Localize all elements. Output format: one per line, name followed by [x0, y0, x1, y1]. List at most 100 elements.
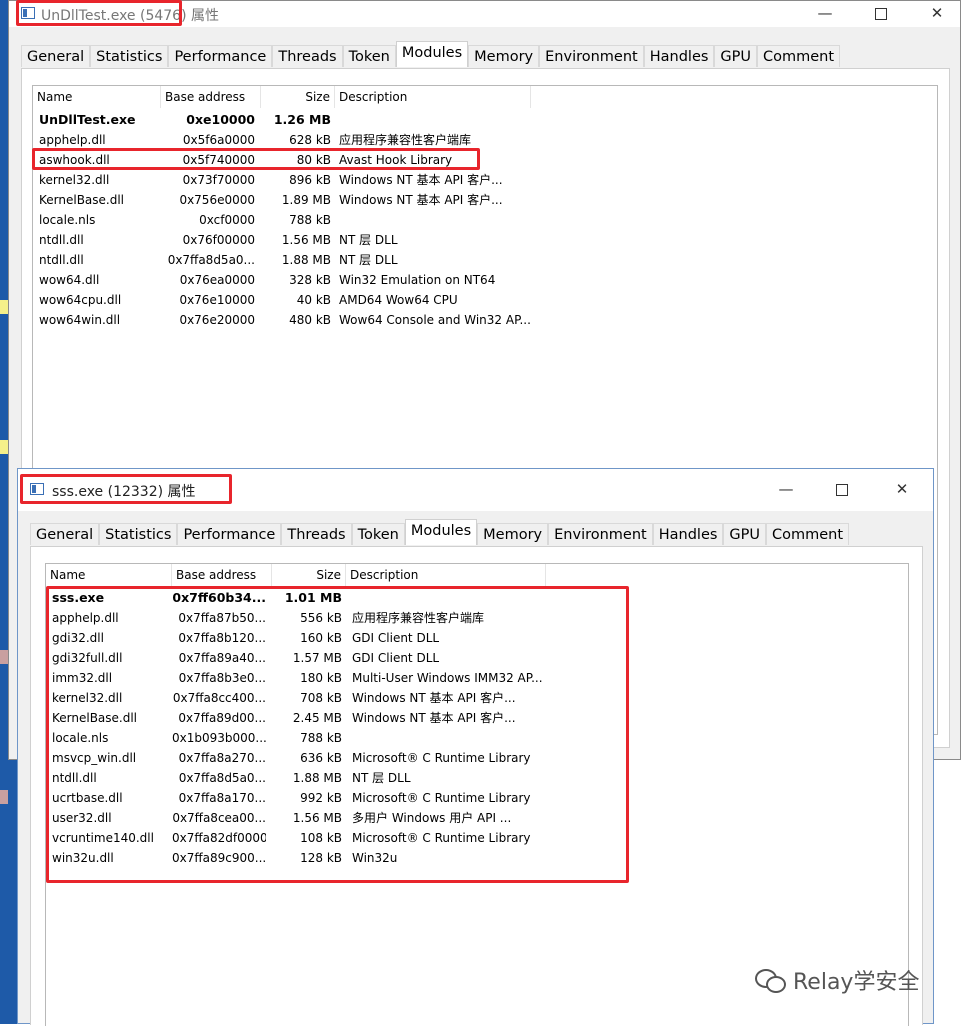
cell-base-address: 0x76ea0000	[179, 273, 255, 287]
tab-statistics[interactable]: Statistics	[99, 523, 178, 545]
close-button[interactable]: ✕	[914, 1, 960, 27]
highlight-title-sss	[20, 474, 232, 504]
cell-description: 应用程序兼容性客户端库	[339, 133, 472, 147]
cell-base-address: 0xcf0000	[199, 213, 255, 227]
desktop-stripe	[0, 440, 8, 454]
highlight-aswhook-row	[32, 148, 480, 170]
minimize-button[interactable]: —	[763, 477, 809, 503]
cell-size: 1.88 MB	[281, 253, 331, 267]
column-header-row: Name Base address Size Description	[46, 564, 908, 586]
cell-description: NT 层 DLL	[339, 253, 398, 267]
cell-base-address: 0x76f00000	[182, 233, 255, 247]
table-row[interactable]: ntdll.dll 0x7ffa8d5a0... 1.88 MB NT 层 DLL	[33, 250, 937, 270]
cell-description: Wow64 Console and Win32 AP...	[339, 313, 531, 327]
cell-description: Win32 Emulation on NT64	[339, 273, 496, 287]
cell-name: wow64.dll	[39, 273, 100, 287]
watermark-text: Relay学安全	[793, 970, 920, 995]
tab-strip: General Statistics Performance Threads Token…	[30, 519, 850, 545]
column-header-size[interactable]: Size	[272, 564, 346, 586]
minimize-button[interactable]: —	[802, 1, 848, 27]
cell-size: 1.56 MB	[281, 233, 331, 247]
column-header-base-address[interactable]: Base address	[172, 564, 272, 586]
table-row[interactable]: wow64cpu.dll 0x76e10000 40 kB AMD64 Wow64 C…	[33, 290, 937, 310]
cell-size: 480 kB	[289, 313, 331, 327]
tab-gpu[interactable]: GPU	[714, 45, 758, 67]
tab-general[interactable]: General	[21, 45, 91, 67]
cell-base-address: 0x76e20000	[179, 313, 255, 327]
tab-performance[interactable]: Performance	[168, 45, 273, 67]
tab-memory[interactable]: Memory	[477, 523, 549, 545]
desktop-stripe	[0, 300, 8, 314]
wechat-icon	[755, 967, 786, 993]
table-row[interactable]: UnDllTest.exe 0xe10000 1.26 MB	[33, 110, 937, 130]
cell-base-address: 0x76e10000	[179, 293, 255, 307]
cell-name: kernel32.dll	[39, 173, 110, 187]
cell-base-address: 0x5f6a0000	[182, 133, 255, 147]
desktop-stripe	[0, 790, 8, 804]
column-header-description[interactable]: Description	[346, 564, 546, 586]
tab-token[interactable]: Token	[351, 523, 405, 545]
maximize-button[interactable]	[819, 477, 865, 503]
cell-name: locale.nls	[39, 213, 96, 227]
cell-base-address: 0x7ffa8d5a0...	[167, 253, 255, 267]
desktop-stripe	[0, 650, 8, 664]
cell-name: apphelp.dll	[39, 133, 106, 147]
table-row[interactable]: wow64.dll 0x76ea0000 328 kB Win32 Emulation…	[33, 270, 937, 290]
tab-modules[interactable]: Modules	[395, 41, 469, 67]
cell-size: 628 kB	[289, 133, 331, 147]
tab-general[interactable]: General	[30, 523, 100, 545]
tab-performance[interactable]: Performance	[177, 523, 282, 545]
tab-handles[interactable]: Handles	[652, 523, 724, 545]
cell-description: Windows NT 基本 API 客户...	[339, 173, 503, 187]
column-header-base-address[interactable]: Base address	[161, 86, 261, 108]
cell-description: Windows NT 基本 API 客户...	[339, 193, 503, 207]
table-row[interactable]: locale.nls 0xcf0000 788 kB	[33, 210, 937, 230]
cell-size: 1.89 MB	[281, 193, 331, 207]
cell-size: 896 kB	[289, 173, 331, 187]
tab-threads[interactable]: Threads	[281, 523, 352, 545]
highlight-sss-modules	[46, 586, 629, 883]
highlight-title-undlltest	[16, 0, 182, 26]
cell-size: 788 kB	[289, 213, 331, 227]
cell-description	[339, 210, 639, 230]
tab-gpu[interactable]: GPU	[723, 523, 767, 545]
tab-threads[interactable]: Threads	[272, 45, 343, 67]
cell-size: 40 kB	[296, 293, 331, 307]
cell-base-address: 0xe10000	[186, 112, 255, 127]
maximize-icon	[875, 7, 887, 20]
maximize-button[interactable]	[858, 1, 904, 27]
table-row[interactable]: ntdll.dll 0x76f00000 1.56 MB NT 层 DLL	[33, 230, 937, 250]
column-header-description[interactable]: Description	[335, 86, 531, 108]
cell-description	[339, 110, 639, 130]
tab-environment[interactable]: Environment	[539, 45, 644, 67]
cell-name: wow64cpu.dll	[39, 293, 122, 307]
column-header-name[interactable]: Name	[33, 86, 161, 108]
tab-comment[interactable]: Comment	[757, 45, 841, 67]
maximize-icon	[836, 483, 848, 496]
cell-description: NT 层 DLL	[339, 233, 398, 247]
tab-token[interactable]: Token	[342, 45, 396, 67]
watermark: Relay学安全	[755, 964, 919, 996]
cell-base-address: 0x756e0000	[179, 193, 255, 207]
tab-handles[interactable]: Handles	[643, 45, 715, 67]
column-header-row: Name Base address Size Description	[33, 86, 937, 108]
tab-comment[interactable]: Comment	[766, 523, 850, 545]
cell-base-address: 0x73f70000	[182, 173, 255, 187]
tab-memory[interactable]: Memory	[468, 45, 540, 67]
close-button[interactable]: ✕	[879, 477, 925, 503]
cell-size: 328 kB	[289, 273, 331, 287]
column-header-size[interactable]: Size	[261, 86, 335, 108]
cell-name: wow64win.dll	[39, 313, 121, 327]
table-row[interactable]: apphelp.dll 0x5f6a0000 628 kB 应用程序兼容性客户端库	[33, 130, 937, 150]
tab-strip: General Statistics Performance Threads Token…	[21, 41, 841, 67]
column-header-name[interactable]: Name	[46, 564, 172, 586]
table-row[interactable]: KernelBase.dll 0x756e0000 1.89 MB Windows N…	[33, 190, 937, 210]
tab-environment[interactable]: Environment	[548, 523, 653, 545]
tab-modules[interactable]: Modules	[404, 519, 478, 545]
table-row[interactable]: wow64win.dll 0x76e20000 480 kB Wow64 Consol…	[33, 310, 937, 330]
cell-name: ntdll.dll	[39, 253, 84, 267]
tab-statistics[interactable]: Statistics	[90, 45, 169, 67]
table-row[interactable]: kernel32.dll 0x73f70000 896 kB Windows NT 基…	[33, 170, 937, 190]
cell-size: 1.26 MB	[273, 112, 331, 127]
cell-name: KernelBase.dll	[39, 193, 125, 207]
